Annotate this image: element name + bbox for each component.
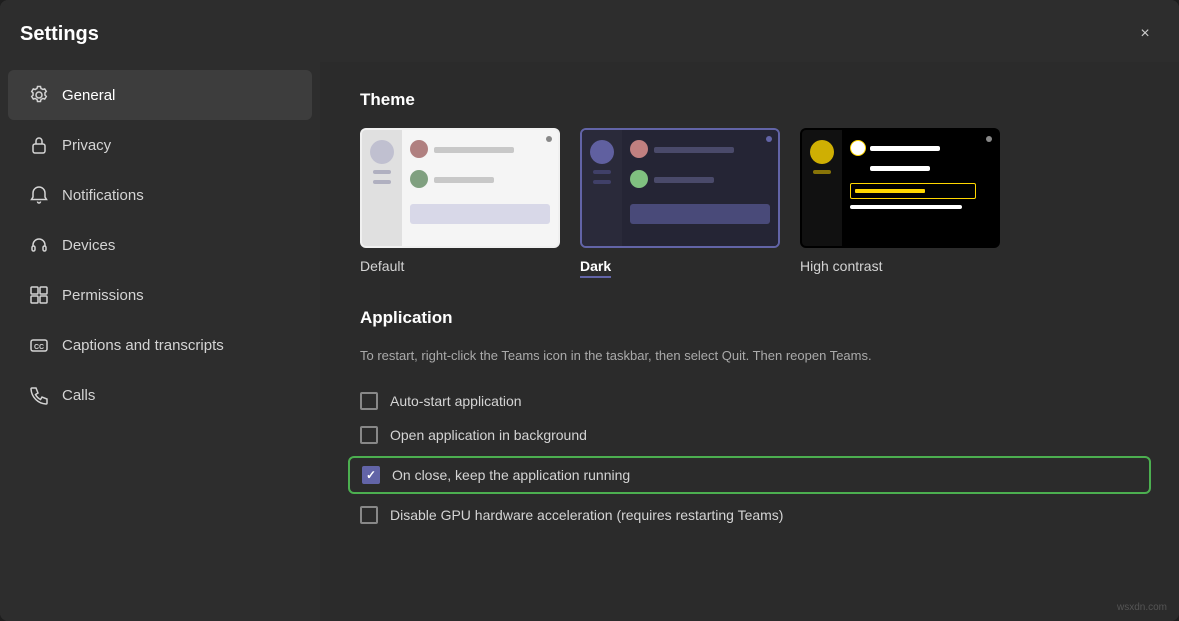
sidebar-item-devices[interactable]: Devices [8,220,312,270]
application-description: To restart, right-click the Teams icon i… [360,346,1139,366]
checkbox-background-box[interactable] [360,426,378,444]
checkbox-keep-running-box[interactable] [362,466,380,484]
close-button[interactable]: × [1131,20,1159,48]
sidebar-label-calls: Calls [62,387,95,404]
theme-preview-dark [580,128,780,248]
checkbox-autostart-label: Auto-start application [390,393,522,409]
gear-icon [28,84,50,106]
checkbox-keep-running-label: On close, keep the application running [392,467,630,483]
theme-label-default: Default [360,258,404,274]
application-section-title: Application [360,308,1139,328]
checkbox-keep-running[interactable]: On close, keep the application running [348,456,1151,494]
sidebar-item-general[interactable]: General [8,70,312,120]
bell-icon [28,184,50,206]
theme-section-title: Theme [360,90,1139,110]
sidebar-item-calls[interactable]: Calls [8,370,312,420]
watermark: wsxdn.com [1117,602,1167,613]
grid-icon [28,284,50,306]
theme-label-dark: Dark [580,258,611,278]
checkbox-disable-gpu[interactable]: Disable GPU hardware acceleration (requi… [360,498,1139,532]
sidebar-label-privacy: Privacy [62,137,111,154]
window-title: Settings [20,23,99,46]
sidebar-label-general: General [62,87,115,104]
sidebar-item-permissions[interactable]: Permissions [8,270,312,320]
checkbox-background-label: Open application in background [390,427,587,443]
sidebar-item-captions[interactable]: CC Captions and transcripts [8,320,312,370]
checkbox-disable-gpu-label: Disable GPU hardware acceleration (requi… [390,507,783,523]
settings-window: Settings × General [0,0,1179,621]
checkbox-background[interactable]: Open application in background [360,418,1139,452]
theme-card-default[interactable]: Default [360,128,560,278]
theme-label-hc: High contrast [800,258,882,274]
checkbox-autostart[interactable]: Auto-start application [360,384,1139,418]
content-area: General Privacy [0,62,1179,621]
checkbox-disable-gpu-box[interactable] [360,506,378,524]
main-content: Theme [320,62,1179,621]
theme-preview-hc [800,128,1000,248]
logo-area [545,16,685,52]
phone-icon [28,384,50,406]
sidebar-label-permissions: Permissions [62,287,144,304]
sidebar-label-devices: Devices [62,237,115,254]
sidebar-item-privacy[interactable]: Privacy [8,120,312,170]
sidebar-item-notifications[interactable]: Notifications [8,170,312,220]
title-bar: Settings × [0,0,1179,62]
theme-grid: Default [360,128,1139,278]
sidebar: General Privacy [0,62,320,621]
theme-preview-default [360,128,560,248]
theme-card-dark[interactable]: Dark [580,128,780,278]
sidebar-label-captions: Captions and transcripts [62,337,224,354]
headset-icon [28,234,50,256]
svg-text:CC: CC [34,344,44,351]
cc-icon: CC [28,334,50,356]
lock-icon [28,134,50,156]
theme-card-high-contrast[interactable]: High contrast [800,128,1000,278]
checkbox-autostart-box[interactable] [360,392,378,410]
sidebar-label-notifications: Notifications [62,187,144,204]
